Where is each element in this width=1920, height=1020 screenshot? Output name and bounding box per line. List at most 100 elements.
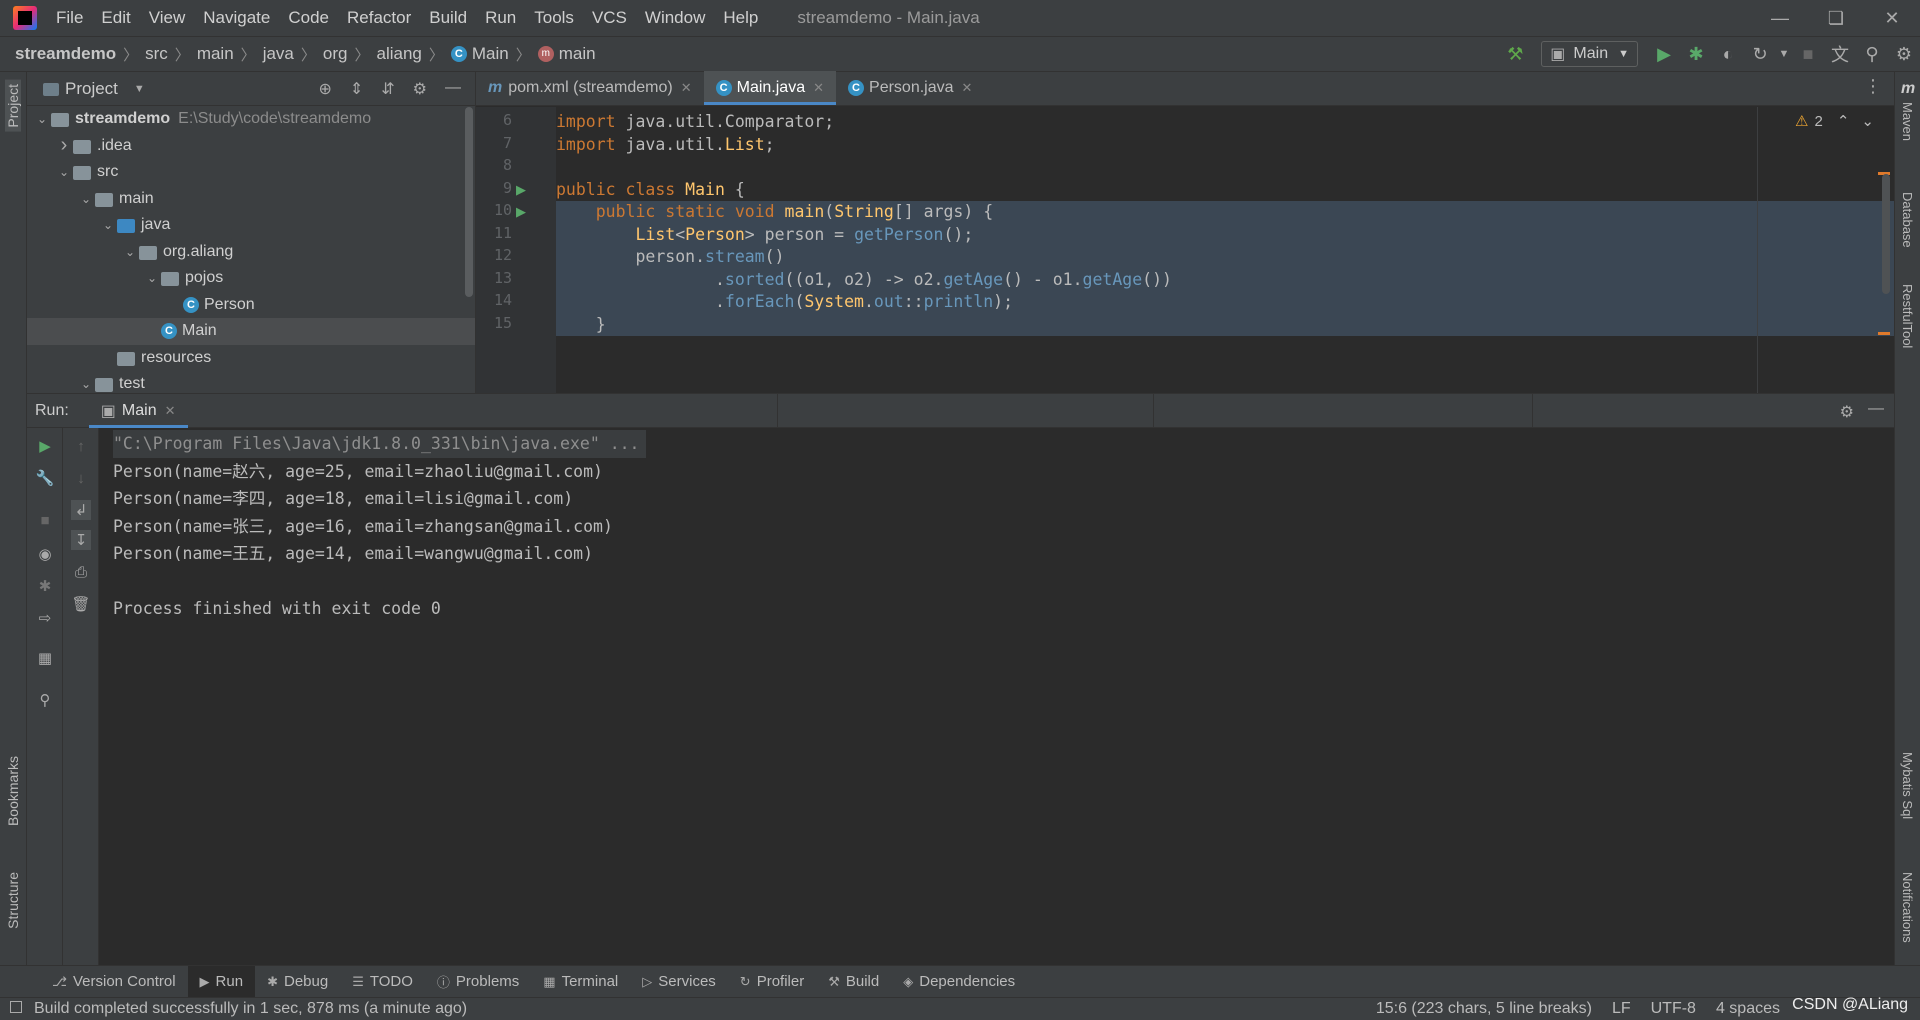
todo-tool-button[interactable]: ☰ TODO <box>340 966 425 998</box>
editor-scrollbar[interactable] <box>1882 174 1890 294</box>
breadcrumb-class-main[interactable]: C Main <box>450 44 509 64</box>
chevron-down-icon[interactable]: ▼ <box>134 83 145 95</box>
menu-vcs[interactable]: VCS <box>583 0 636 36</box>
profiler-tool-button[interactable]: ↻ Profiler <box>728 966 816 998</box>
project-panel-title[interactable]: Project <box>65 79 118 99</box>
build-tool-button[interactable]: ⚒ Build <box>816 966 891 998</box>
minimize-icon[interactable]: — <box>1752 0 1808 36</box>
menu-edit[interactable]: Edit <box>92 0 139 36</box>
structure-tool-button[interactable]: Structure <box>5 872 21 929</box>
stop-icon[interactable]: ■ <box>1792 38 1824 70</box>
chevron-down-icon[interactable]: ⌄ <box>1861 112 1874 130</box>
arrow-up-icon[interactable]: ↑ <box>71 436 91 456</box>
restore-icon[interactable]: ❏ <box>1808 0 1864 36</box>
breadcrumb-aliang[interactable]: aliang <box>376 44 421 64</box>
chevron-down-icon[interactable]: ⌄ <box>77 192 95 206</box>
run-settings-gear-icon[interactable]: ⚙ <box>1840 402 1854 422</box>
code-line[interactable]: List<Person> person = getPerson(); <box>556 223 1894 246</box>
code-line[interactable]: .sorted((o1, o2) -> o2.getAge() - o1.get… <box>556 268 1894 291</box>
run-icon[interactable]: ▶ <box>1648 38 1680 70</box>
code-area[interactable]: import java.util.Comparator; import java.… <box>556 107 1894 393</box>
breadcrumb-src[interactable]: src <box>145 44 168 64</box>
code-line[interactable]: import java.util.List; <box>556 134 1894 157</box>
menu-refactor[interactable]: Refactor <box>338 0 420 36</box>
console-output[interactable]: "C:\Program Files\Java\jdk1.8.0_331\bin\… <box>113 430 1894 965</box>
profiler-icon[interactable]: ↻ <box>1744 38 1776 70</box>
more-run-chevron-icon[interactable]: ▼ <box>1776 38 1792 70</box>
arrow-down-icon[interactable]: ↓ <box>71 468 91 488</box>
restfultool-tool-button[interactable]: RestfulTool <box>1900 284 1915 348</box>
collapse-all-icon[interactable]: ⇵ <box>381 79 394 99</box>
menu-code[interactable]: Code <box>279 0 338 36</box>
tree-item-resources[interactable]: resources <box>27 345 475 372</box>
code-line[interactable] <box>556 156 1894 179</box>
build-hammer-icon[interactable]: ⚒ <box>1499 38 1531 70</box>
toggle-tool-windows-icon[interactable] <box>10 1001 22 1013</box>
line-separator[interactable]: LF <box>1612 1000 1631 1018</box>
code-line[interactable]: person.stream() <box>556 246 1894 269</box>
close-tab-icon[interactable]: ✕ <box>165 403 176 419</box>
run-configuration-select[interactable]: ▣ Main ▼ <box>1541 41 1638 67</box>
stop-icon[interactable]: ■ <box>35 510 55 530</box>
mybatis-sql-tool-button[interactable]: Mybatis Sql <box>1900 752 1915 819</box>
translate-icon[interactable]: 文 <box>1824 38 1856 70</box>
warning-stripe-mark[interactable] <box>1878 332 1890 335</box>
bookmarks-tool-button[interactable]: Bookmarks <box>5 756 21 826</box>
locate-target-icon[interactable]: ⊕ <box>318 79 331 99</box>
breadcrumb-org[interactable]: org <box>323 44 348 64</box>
indent-setting[interactable]: 4 spaces <box>1716 1000 1780 1018</box>
chevron-down-icon[interactable]: ⌄ <box>143 271 161 285</box>
menu-window[interactable]: Window <box>636 0 714 36</box>
print-icon[interactable]: ⎙ <box>71 562 91 582</box>
breadcrumb-project[interactable]: streamdemo <box>15 44 116 64</box>
database-tool-button[interactable]: Database <box>1900 192 1915 248</box>
tree-item--idea[interactable]: › .idea <box>27 133 475 160</box>
tree-item-org-aliang[interactable]: ⌄ org.aliang <box>27 239 475 266</box>
more-tabs-menu-icon[interactable]: ⋮ <box>1852 76 1894 105</box>
hide-panel-icon[interactable]: — <box>1868 400 1884 418</box>
inspection-widget[interactable]: ⚠ 2 ⌃ ⌄ <box>1795 112 1874 131</box>
panel-settings-gear-icon[interactable]: ⚙ <box>413 79 427 99</box>
menu-view[interactable]: View <box>140 0 195 36</box>
rerun-icon[interactable]: ▶ <box>35 436 55 456</box>
close-tab-icon[interactable]: ✕ <box>681 80 692 96</box>
close-tab-icon[interactable]: ✕ <box>962 80 973 96</box>
tree-item-main[interactable]: C Main <box>27 318 475 345</box>
chevron-down-icon[interactable]: ⌄ <box>121 245 139 259</box>
chevron-down-icon[interactable]: ⌄ <box>55 165 73 179</box>
menu-navigate[interactable]: Navigate <box>194 0 279 36</box>
trash-icon[interactable]: 🗑 <box>71 594 91 614</box>
tree-item-pojos[interactable]: ⌄ pojos <box>27 265 475 292</box>
menu-run[interactable]: Run <box>476 0 525 36</box>
tab-main-java[interactable]: C Main.java ✕ <box>703 71 837 105</box>
code-line[interactable]: public class Main { <box>556 179 1894 202</box>
breadcrumb-main[interactable]: main <box>197 44 234 64</box>
run-tab-main[interactable]: ▣ Main ✕ <box>88 394 188 428</box>
code-line[interactable]: } <box>556 313 1894 336</box>
problems-tool-button[interactable]: ⓘ Problems <box>425 966 531 998</box>
close-icon[interactable]: ✕ <box>1864 0 1920 36</box>
run-tool-button[interactable]: ▶ Run <box>187 965 256 998</box>
terminal-tool-button[interactable]: ▦ Terminal <box>531 966 630 998</box>
chevron-down-icon[interactable]: ⌄ <box>99 218 117 232</box>
tree-scrollbar[interactable] <box>465 107 473 297</box>
search-icon[interactable]: ⚲ <box>1856 38 1888 70</box>
expand-all-icon[interactable]: ⇕ <box>350 79 363 99</box>
dependencies-tool-button[interactable]: ◈ Dependencies <box>891 966 1027 998</box>
menu-build[interactable]: Build <box>420 0 476 36</box>
debug-tool-button[interactable]: ✱ Debug <box>255 966 340 998</box>
scroll-to-end-icon[interactable]: ↧ <box>71 530 91 550</box>
chevron-down-icon[interactable]: ⌄ <box>77 377 95 391</box>
tab-person-java[interactable]: C Person.java ✕ <box>836 71 984 105</box>
intellij-logo-icon[interactable] <box>13 6 37 30</box>
settings-gear-icon[interactable]: ⚙ <box>1888 38 1920 70</box>
tab-pom-xml[interactable]: m pom.xml (streamdemo) ✕ <box>476 71 704 105</box>
chevron-down-icon[interactable]: ⌄ <box>33 112 51 126</box>
code-line[interactable]: import java.util.Comparator; <box>556 111 1894 134</box>
close-tab-icon[interactable]: ✕ <box>813 80 824 96</box>
debug-bug-icon[interactable]: ✱ <box>1680 38 1712 70</box>
services-tool-button[interactable]: ▷ Services <box>630 966 728 998</box>
caret-position[interactable]: 15:6 (223 chars, 5 line breaks) <box>1376 1000 1592 1018</box>
gutter-run-icon[interactable]: ▶ <box>516 204 526 220</box>
coverage-icon[interactable]: ◐ <box>1712 38 1744 70</box>
